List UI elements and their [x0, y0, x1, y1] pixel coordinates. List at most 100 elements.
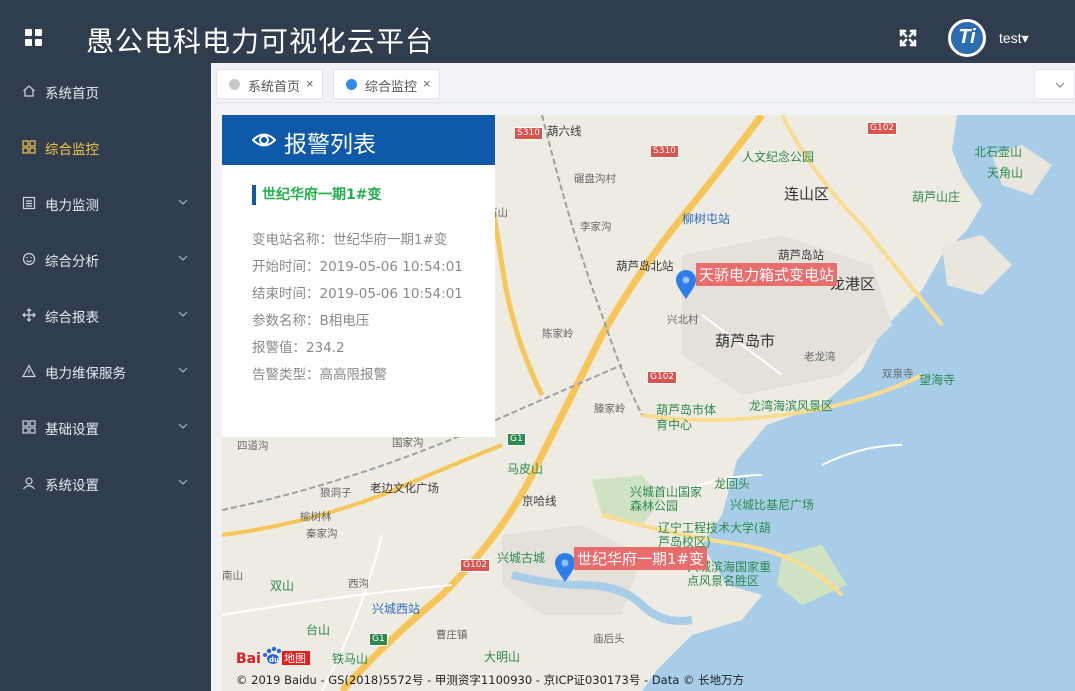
- sidebar-item-system-settings[interactable]: 系统设置: [0, 455, 211, 511]
- grid-icon: [22, 420, 36, 434]
- sidebar-item-power-monitor[interactable]: 电力监测: [0, 175, 211, 231]
- place-label: 人文纪念公园: [742, 150, 815, 164]
- road-shield: S310: [514, 127, 543, 140]
- move-icon: [22, 308, 36, 322]
- place-label: 兴城古城: [497, 551, 546, 565]
- sidebar-item-monitor[interactable]: 综合监控: [0, 119, 211, 175]
- road-shield: G102: [867, 122, 898, 135]
- place-label: 南山: [222, 570, 243, 582]
- place-label: 西沟: [348, 578, 369, 590]
- map-pin-icon[interactable]: [675, 270, 697, 300]
- road-shield: S310: [650, 145, 679, 158]
- place-label: 望海寺: [919, 373, 956, 387]
- chevron-down-icon: [178, 423, 188, 429]
- chevron-down-icon: [178, 311, 188, 317]
- alarm-panel-title: 报警列表: [284, 132, 376, 158]
- smile-icon: [22, 252, 36, 266]
- avatar-initials: Ti: [958, 26, 976, 48]
- place-label: 葫芦山庄: [912, 190, 961, 204]
- chevron-down-icon: [178, 199, 188, 205]
- chevron-down-icon: [178, 255, 188, 261]
- place-label: 北石壶山: [974, 145, 1023, 159]
- map-copyright: © 2019 Baidu - GS(2018)5572号 - 甲测资字11009…: [236, 673, 745, 687]
- sidebar-item-analysis[interactable]: 综合分析: [0, 231, 211, 287]
- place-label: 京哈线: [522, 494, 557, 508]
- sidebar-item-home[interactable]: 系统首页: [0, 63, 211, 119]
- close-icon[interactable]: ×: [306, 76, 314, 91]
- place-label: 柳树屯站: [682, 212, 731, 226]
- place-label: 葫芦岛市: [715, 332, 776, 350]
- fullscreen-icon[interactable]: [898, 28, 918, 48]
- tab-monitor[interactable]: 综合监控 ×: [333, 69, 440, 99]
- tab-home[interactable]: 系统首页 ×: [216, 69, 323, 99]
- sidebar-item-maintenance[interactable]: 电力维保服务: [0, 343, 211, 399]
- svg-text:du: du: [269, 656, 279, 664]
- warning-icon: [22, 364, 36, 378]
- alarm-field-type: 告警类型：高高限报警: [252, 367, 387, 383]
- place-label: 庙后头: [593, 633, 625, 645]
- user-icon: [23, 477, 35, 490]
- map-pin-icon[interactable]: [554, 553, 576, 583]
- place-label: 葫芦岛北站: [616, 259, 674, 273]
- place-label: 葫芦岛站: [778, 248, 824, 262]
- place-label: 马皮山: [507, 462, 544, 476]
- station-marker-label[interactable]: 世纪华府一期1#变: [574, 547, 708, 570]
- place-label: 滕家岭: [594, 403, 626, 415]
- station-marker-label[interactable]: 天骄电力箱式变电站: [696, 263, 838, 286]
- chevron-down-icon: [178, 367, 188, 373]
- place-label: 兴城比基尼广场: [730, 498, 815, 512]
- place-label: 铁马山: [332, 652, 369, 666]
- alarm-field-end-time: 结束时间：2019-05-06 10:54:01: [252, 286, 463, 302]
- tab-status-dot: [229, 79, 240, 90]
- place-label: 葫六线: [547, 124, 582, 138]
- road-shield: G1: [369, 633, 388, 646]
- place-label: 老边文化广场: [370, 481, 439, 495]
- place-label: 陈家岭: [542, 328, 574, 340]
- grid-icon: [22, 140, 36, 154]
- sidebar-item-label: 系统首页: [45, 86, 99, 102]
- chevron-down-icon: [178, 479, 188, 485]
- place-label: 双泉寺: [882, 368, 914, 380]
- sidebar-item-basic-settings[interactable]: 基础设置: [0, 399, 211, 455]
- place-label: 老龙湾: [804, 351, 836, 363]
- place-label: 天角山: [987, 166, 1024, 180]
- home-icon: [23, 85, 35, 97]
- sidebar-item-label: 基础设置: [45, 422, 99, 438]
- sidebar-item-label: 综合报表: [45, 310, 99, 326]
- place-label: 榆树林: [300, 511, 332, 523]
- baidu-paw-icon: Bai du 地图: [236, 646, 310, 667]
- road-shield: G102: [460, 559, 491, 572]
- place-label: 龙湾海滨风景区: [749, 399, 834, 413]
- svg-text:Bai: Bai: [236, 651, 261, 667]
- tab-label: 综合监控: [365, 80, 418, 95]
- place-label: 龙回头: [714, 477, 751, 491]
- place-label: 四道沟: [237, 440, 269, 452]
- place-label: 兴城西站: [372, 602, 421, 616]
- tab-dropdown-button[interactable]: [1034, 69, 1075, 99]
- place-label: 兴城首山国家森林公园: [630, 485, 703, 513]
- place-label: 秦家沟: [306, 528, 338, 540]
- place-label: 李家沟: [580, 221, 612, 233]
- close-icon[interactable]: ×: [423, 76, 431, 91]
- place-label: 辽宁工程技术大学(葫芦岛校区): [658, 521, 771, 549]
- sidebar-item-label: 综合分析: [45, 254, 99, 270]
- top-header: 愚公电科电力可视化云平台 Ti test▾: [0, 0, 1075, 63]
- sidebar-item-reports[interactable]: 综合报表: [0, 287, 211, 343]
- place-label: 国家沟: [392, 437, 424, 449]
- menu-toggle-icon[interactable]: [25, 29, 42, 46]
- svg-text:地图: 地图: [284, 652, 306, 665]
- user-menu[interactable]: test▾: [999, 30, 1029, 47]
- sidebar-item-label: 电力维保服务: [45, 366, 126, 382]
- alarm-panel: 报警列表 世纪华府一期1#变 变电站名称：世纪华府一期1#变 开始时间：2019…: [222, 115, 495, 437]
- tab-bar: 系统首页 × 综合监控 ×: [211, 63, 1075, 103]
- baidu-logo: Bai du 地图: [236, 646, 312, 668]
- main-content: 系统首页 × 综合监控 × S310 S310 G102 G102 G1 G10…: [211, 63, 1075, 691]
- avatar[interactable]: Ti: [948, 19, 986, 57]
- alarm-station-name[interactable]: 世纪华府一期1#变: [252, 185, 381, 205]
- road-shield: G102: [647, 371, 678, 384]
- tab-label: 系统首页: [248, 80, 301, 95]
- place-label: 兴北村: [667, 314, 699, 326]
- place-label: 碾盘沟村: [574, 173, 616, 185]
- tab-status-dot: [346, 79, 357, 90]
- eye-icon: [252, 133, 276, 147]
